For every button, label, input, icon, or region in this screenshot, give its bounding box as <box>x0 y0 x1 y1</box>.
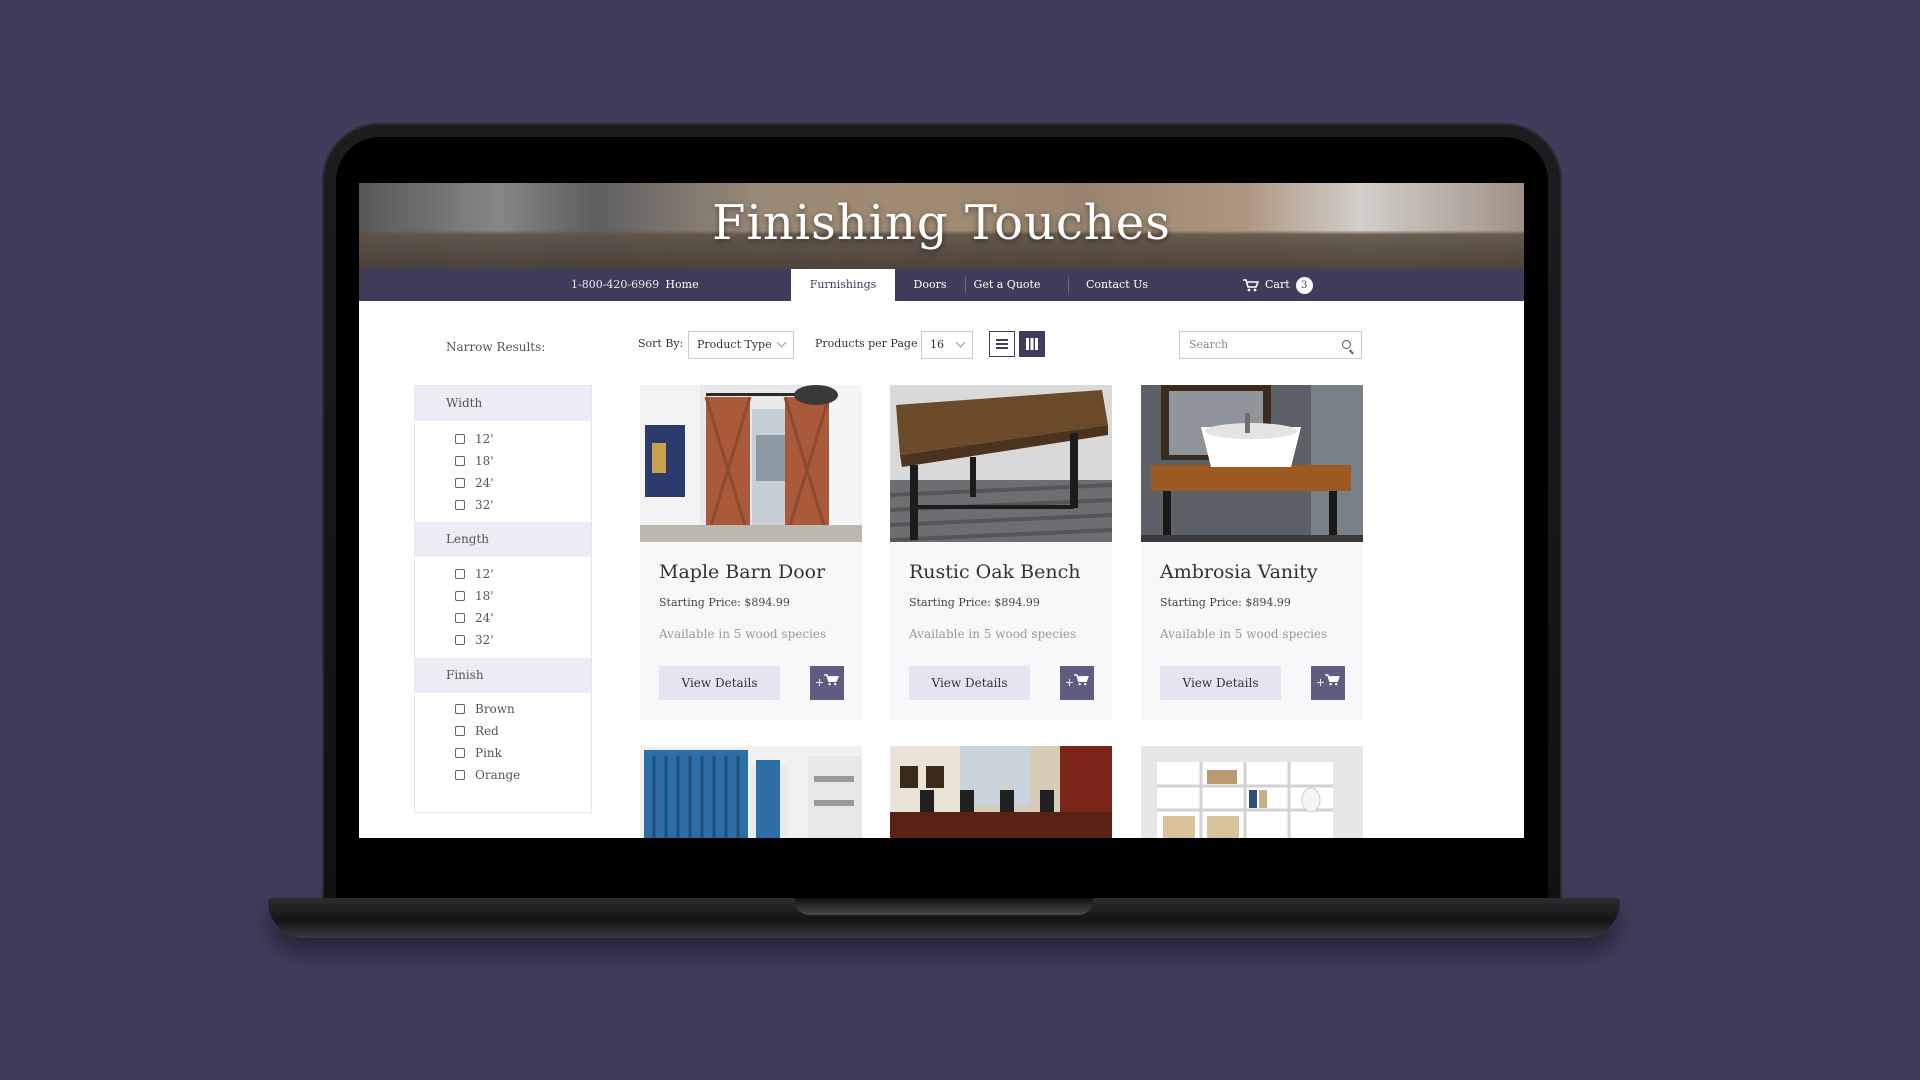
checkbox[interactable] <box>455 635 465 645</box>
products-per-page-select[interactable]: 16 <box>921 331 973 359</box>
nav-doors[interactable]: Doors <box>895 269 965 301</box>
product-image[interactable] <box>890 746 1112 838</box>
checkbox[interactable] <box>455 613 465 623</box>
grid-icon <box>1026 338 1038 350</box>
product-price: Starting Price: $894.99 <box>1160 596 1291 609</box>
filter-option[interactable]: 24' <box>455 610 494 626</box>
checkbox[interactable] <box>455 434 465 444</box>
view-details-button[interactable]: View Details <box>909 666 1030 700</box>
main-nav: 1-800-420-6969 Home Furnishings Doors Ge… <box>359 269 1524 301</box>
nav-contact-us[interactable]: Contact Us <box>1069 269 1165 301</box>
sort-by-label: Sort By: <box>638 337 684 350</box>
checkbox[interactable] <box>455 456 465 466</box>
cart-icon <box>1325 674 1341 686</box>
product-availability: Available in 5 wood species <box>1160 627 1328 641</box>
cart-link[interactable]: Cart 3 <box>1243 269 1313 301</box>
filter-length-header[interactable]: Length <box>415 522 591 557</box>
product-price: Starting Price: $894.99 <box>909 596 1040 609</box>
filter-sidebar: Width 12' 18' 24' 32' Length 12' 18' 24'… <box>414 385 592 813</box>
list-view-button[interactable] <box>989 331 1015 357</box>
website-screen: Finishing Touches 1-800-420-6969 Home Fu… <box>359 183 1524 838</box>
cart-icon <box>1243 278 1259 291</box>
cart-icon <box>824 674 840 686</box>
filter-option[interactable]: 12' <box>455 431 494 447</box>
chevron-down-icon <box>776 337 787 348</box>
product-card: Rustic Oak Bench Starting Price: $894.99… <box>890 385 1112 720</box>
add-to-cart-button[interactable]: + <box>1060 666 1094 700</box>
cart-count-badge: 3 <box>1295 276 1313 294</box>
filter-finish-header[interactable]: Finish <box>415 658 591 693</box>
checkbox[interactable] <box>455 500 465 510</box>
nav-home[interactable]: Home <box>647 269 717 301</box>
checkbox[interactable] <box>455 770 465 780</box>
add-to-cart-button[interactable]: + <box>1311 666 1345 700</box>
product-name[interactable]: Ambrosia Vanity <box>1160 561 1318 583</box>
narrow-results-title: Narrow Results: <box>446 340 546 354</box>
product-image[interactable] <box>640 746 862 838</box>
grid-view-button[interactable] <box>1019 331 1045 357</box>
chevron-down-icon <box>955 337 966 348</box>
cart-icon <box>1074 674 1090 686</box>
product-name[interactable]: Rustic Oak Bench <box>909 561 1080 583</box>
checkbox[interactable] <box>455 748 465 758</box>
view-details-button[interactable]: View Details <box>659 666 780 700</box>
search-input[interactable]: Search <box>1179 331 1362 359</box>
laptop-notch <box>795 898 1093 915</box>
phone-number[interactable]: 1-800-420-6969 <box>571 278 659 291</box>
checkbox[interactable] <box>455 569 465 579</box>
checkbox[interactable] <box>455 726 465 736</box>
product-image[interactable] <box>890 385 1112 542</box>
checkbox[interactable] <box>455 478 465 488</box>
filter-option[interactable]: 12' <box>455 566 494 582</box>
product-image[interactable] <box>1141 746 1363 838</box>
add-to-cart-button[interactable]: + <box>810 666 844 700</box>
product-card: Maple Barn Door Starting Price: $894.99 … <box>640 385 862 720</box>
search-icon[interactable] <box>1342 340 1351 349</box>
site-title: Finishing Touches <box>712 195 1171 251</box>
sort-select[interactable]: Product Type <box>688 331 794 359</box>
product-name[interactable]: Maple Barn Door <box>659 561 825 583</box>
sort-select-value: Product Type <box>697 338 772 351</box>
filter-option[interactable]: Pink <box>455 745 502 761</box>
checkbox[interactable] <box>455 704 465 714</box>
search-placeholder: Search <box>1189 338 1229 351</box>
product-image[interactable] <box>640 385 862 542</box>
product-price: Starting Price: $894.99 <box>659 596 790 609</box>
cart-label: Cart <box>1265 278 1290 291</box>
products-per-page-value: 16 <box>930 338 944 351</box>
products-per-page-label: Products per Page <box>815 337 918 350</box>
product-availability: Available in 5 wood species <box>659 627 827 641</box>
filter-option[interactable]: 18' <box>455 453 494 469</box>
hero-banner: Finishing Touches <box>359 183 1524 269</box>
list-icon <box>996 339 1008 349</box>
filter-option[interactable]: 24' <box>455 475 494 491</box>
product-image[interactable] <box>1141 385 1363 542</box>
view-details-button[interactable]: View Details <box>1160 666 1281 700</box>
filter-width-header[interactable]: Width <box>415 386 591 421</box>
filter-option[interactable]: Brown <box>455 701 515 717</box>
nav-furnishings[interactable]: Furnishings <box>791 269 895 301</box>
nav-get-a-quote[interactable]: Get a Quote <box>966 269 1048 301</box>
filter-option[interactable]: 18' <box>455 588 494 604</box>
filter-option[interactable]: Red <box>455 723 499 739</box>
filter-option[interactable]: 32' <box>455 632 494 648</box>
filter-option[interactable]: 32' <box>455 497 494 513</box>
product-availability: Available in 5 wood species <box>909 627 1077 641</box>
filter-option[interactable]: Orange <box>455 767 520 783</box>
product-card: Ambrosia Vanity Starting Price: $894.99 … <box>1141 385 1363 720</box>
checkbox[interactable] <box>455 591 465 601</box>
